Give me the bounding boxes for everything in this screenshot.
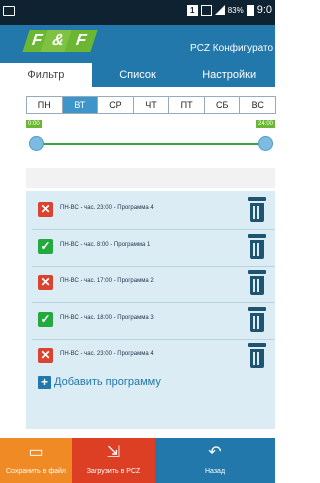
- day-mon[interactable]: ПН: [26, 96, 63, 114]
- separator: [32, 302, 275, 303]
- day-fri[interactable]: ПТ: [169, 96, 205, 114]
- program-label: ПН-ВС - час. 18:00 - Программа 3: [60, 315, 154, 321]
- program-item: ✓ ПН-ВС - час. 8:00 - Программа 1: [32, 232, 275, 262]
- slider-start-handle[interactable]: [29, 136, 44, 151]
- battery-percent: 83%: [227, 5, 244, 15]
- program-label: ПН-ВС - час. 8:00 - Программа 1: [60, 242, 151, 248]
- unchecked-icon[interactable]: ✕: [38, 348, 53, 363]
- day-sun[interactable]: ВС: [240, 96, 277, 114]
- divider: [26, 168, 275, 188]
- trash-icon[interactable]: [247, 270, 267, 295]
- trash-icon[interactable]: [247, 197, 267, 222]
- add-program-label: Добавить программу: [54, 376, 161, 388]
- day-selector: ПН ВТ СР ЧТ ПТ СБ ВС: [26, 96, 277, 114]
- day-thu[interactable]: ЧТ: [133, 96, 170, 114]
- checkmark-icon[interactable]: ✓: [38, 312, 53, 327]
- program-item: ✕ ПН-ВС - час. 17:00 - Программа 2: [32, 268, 275, 298]
- separator: [32, 229, 275, 230]
- separator: [32, 339, 275, 340]
- slider-track[interactable]: [38, 143, 265, 145]
- plus-icon: +: [38, 375, 51, 389]
- slider-end-label: 24:00: [255, 120, 275, 128]
- slider-start-label: 0:00: [26, 120, 42, 128]
- app-title: PCZ Конфигурато: [190, 43, 273, 54]
- time-range-slider[interactable]: 0:00 24:00: [26, 120, 275, 170]
- program-item: ✕ ПН-ВС - час. 23:00 - Программа 4: [32, 341, 275, 371]
- tab-settings[interactable]: Настройки: [183, 63, 275, 87]
- add-program-button[interactable]: + Добавить программу: [38, 374, 161, 390]
- brand-logo: F & F: [22, 30, 114, 56]
- program-label: ПН-ВС - час. 17:00 - Программа 2: [60, 278, 154, 284]
- battery-icon: [246, 4, 254, 16]
- trash-icon[interactable]: [247, 307, 267, 332]
- day-sat[interactable]: СБ: [204, 96, 241, 114]
- separator: [32, 266, 275, 267]
- program-label: ПН-ВС - час. 23:00 - Программа 4: [60, 351, 154, 357]
- tab-bar: Фильтр Список Настройки: [0, 63, 275, 87]
- save-to-file-button[interactable]: ▭ Сохранить в файл: [0, 438, 72, 483]
- bottom-action-bar: ▭ Сохранить в файл ⇲ Загрузить в PCZ ↶ Н…: [0, 438, 275, 483]
- program-label: ПН-ВС - час. 23:00 - Программа 4: [60, 205, 154, 211]
- trash-icon[interactable]: [247, 234, 267, 259]
- unchecked-icon[interactable]: ✕: [38, 202, 53, 217]
- program-list: ✕ ПН-ВС - час. 23:00 - Программа 4 ✓ ПН-…: [26, 191, 275, 429]
- save-icon: ▭: [28, 444, 44, 461]
- image-notification-icon: [3, 6, 15, 16]
- upload-icon: ⇲: [106, 444, 121, 461]
- checkmark-icon[interactable]: ✓: [38, 239, 53, 254]
- program-item: ✓ ПН-ВС - час. 18:00 - Программа 3: [32, 305, 275, 335]
- upload-to-pcz-button[interactable]: ⇲ Загрузить в PCZ: [72, 438, 155, 483]
- tab-list[interactable]: Список: [92, 63, 184, 87]
- status-bar: 1 83% 9:0: [0, 0, 275, 25]
- slider-end-handle[interactable]: [258, 136, 273, 151]
- save-label: Сохранить в файл: [5, 468, 67, 475]
- clock: 9:0: [256, 4, 272, 16]
- back-button[interactable]: ↶ Назад: [155, 438, 275, 483]
- unchecked-icon[interactable]: ✕: [38, 275, 53, 290]
- network-icon: [200, 4, 212, 16]
- tab-filter[interactable]: Фильтр: [0, 63, 92, 87]
- day-tue[interactable]: ВТ: [62, 96, 99, 114]
- back-label: Назад: [204, 468, 226, 475]
- back-arrow-icon: ↶: [208, 444, 222, 461]
- day-wed[interactable]: СР: [98, 96, 134, 114]
- upload-label: Загрузить в PCZ: [86, 468, 141, 475]
- trash-icon[interactable]: [247, 343, 267, 368]
- program-item: ✕ ПН-ВС - час. 23:00 - Программа 4: [32, 195, 275, 225]
- app-header: F & F PCZ Конфигурато: [0, 25, 275, 63]
- signal-icon: [214, 5, 225, 15]
- sim-indicator: 1: [186, 4, 198, 16]
